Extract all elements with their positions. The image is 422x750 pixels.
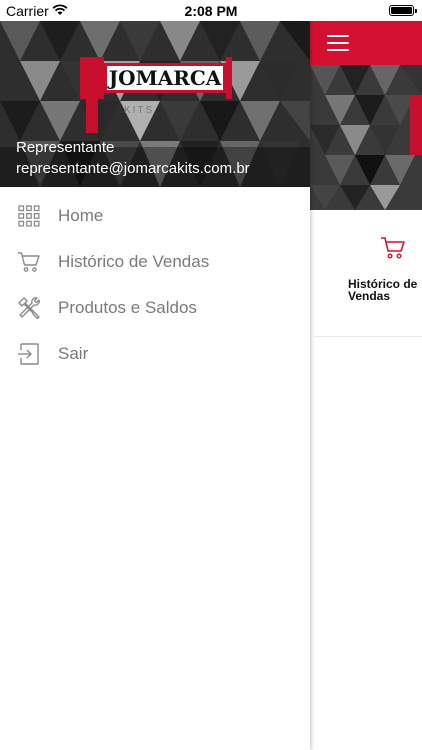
cart-icon [381, 237, 405, 259]
menu-item-label: Sair [58, 344, 89, 363]
menu-item-logout[interactable]: Sair [0, 331, 310, 377]
menu-icon[interactable] [327, 35, 349, 51]
grid-icon [16, 203, 42, 229]
sales-history-tile-label: Histórico de Vendas [348, 277, 418, 303]
menu-item-home[interactable]: Home [0, 193, 310, 239]
side-drawer: JOMARCA KITS Representante representante… [0, 21, 310, 750]
logo-fragment [410, 95, 422, 155]
main-banner [310, 65, 422, 210]
drawer-menu: Home Histórico de Vendas Produtos e Sald… [0, 187, 310, 377]
jomarca-logo: JOMARCA KITS [80, 57, 232, 133]
logo-subtitle: KITS [124, 105, 155, 116]
menu-item-label: Histórico de Vendas [58, 252, 210, 271]
logout-icon [16, 341, 42, 367]
menu-item-label: Produtos e Saldos [58, 298, 197, 317]
user-email: representante@jomarcakits.com.br [16, 160, 250, 177]
user-profile: Representante representante@jomarcakits.… [16, 139, 250, 178]
divider [314, 336, 422, 337]
user-name: Representante [16, 139, 115, 156]
main-screen: Histórico de Vendas [310, 21, 422, 750]
cart-icon [16, 249, 42, 275]
logo-text: JOMARCA [107, 66, 223, 90]
sales-history-tile[interactable]: Histórico de Vendas [340, 236, 422, 302]
drawer-header: JOMARCA KITS Representante representante… [0, 21, 310, 187]
menu-item-sales-history[interactable]: Histórico de Vendas [0, 239, 310, 285]
menu-item-label: Home [58, 206, 104, 225]
battery-icon [389, 5, 417, 16]
top-bar [310, 21, 422, 65]
tools-icon [16, 295, 42, 321]
status-bar: Carrier 2:08 PM [0, 0, 422, 21]
menu-item-products[interactable]: Produtos e Saldos [0, 285, 310, 331]
clock: 2:08 PM [184, 3, 238, 19]
